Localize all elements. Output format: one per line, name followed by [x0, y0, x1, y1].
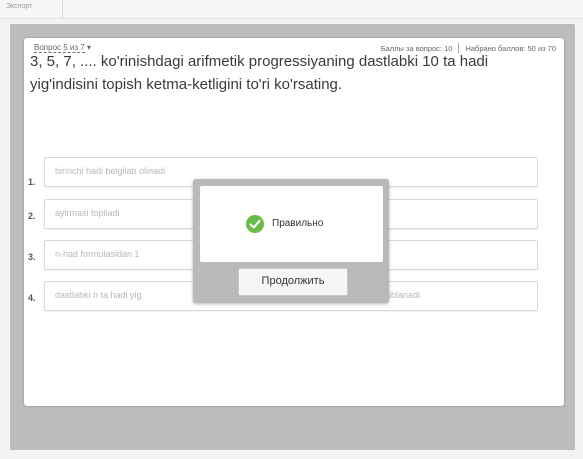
continue-button-label: Продолжить [261, 275, 325, 287]
option-text-4: dastlabki n ta hadi yig [55, 290, 142, 300]
feedback-message: Правильно [272, 218, 324, 229]
check-circle-icon [246, 215, 264, 233]
window-top-strip: Экспорт [0, 0, 583, 19]
option-number-1: 1. [28, 177, 36, 187]
option-number-3: 3. [28, 252, 36, 262]
option-number-4: 4. [28, 293, 36, 303]
window-tab[interactable]: Экспорт [6, 3, 32, 10]
tab-divider [62, 0, 63, 18]
option-text-2: ayirmasi topiladi [55, 208, 120, 218]
continue-button[interactable]: Продолжить [238, 268, 348, 296]
option-number-2: 2. [28, 211, 36, 221]
option-text-1: birinchi hadi belgilab olinadi [55, 166, 166, 176]
option-text-3: n-had formulasidan 1 [55, 249, 140, 259]
question-text: 3, 5, 7, .... ko'rinishdagi arifmetik pr… [30, 53, 489, 93]
